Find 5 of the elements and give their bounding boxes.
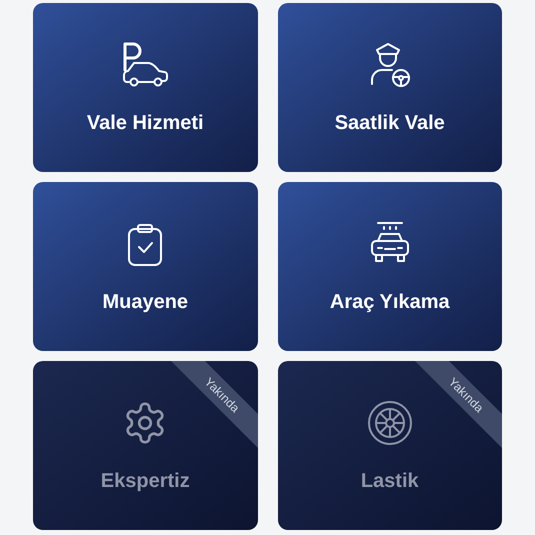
wheel-icon	[366, 400, 413, 446]
service-card[interactable]: Araç Yıkama	[278, 182, 502, 351]
service-card[interactable]: Muayene	[33, 182, 258, 351]
service-card[interactable]: Saatlik Vale	[278, 3, 502, 172]
service-card[interactable]: Vale Hizmeti	[33, 3, 258, 172]
